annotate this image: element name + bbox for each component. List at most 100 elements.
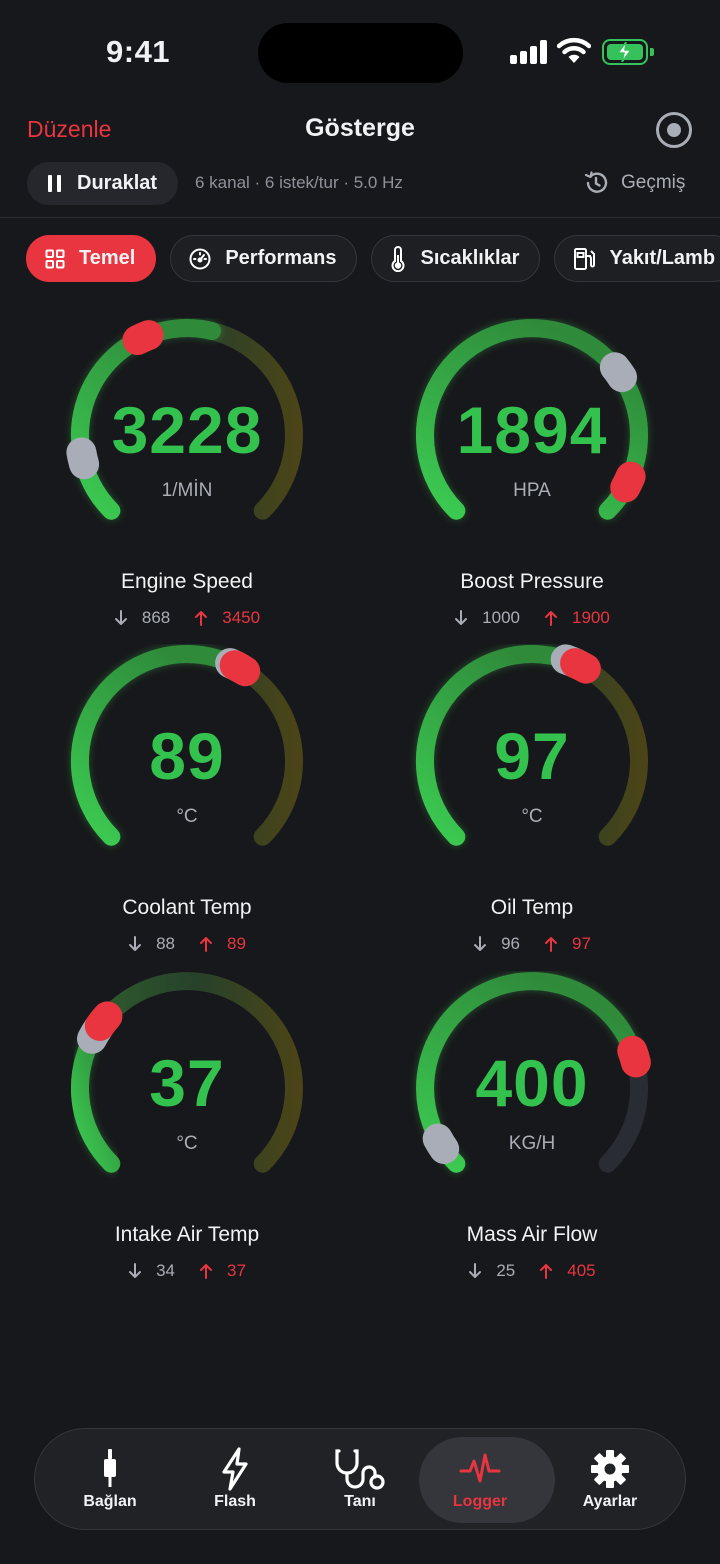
gauge-intake-air-temp[interactable]: 37 °C Intake Air Temp 34 37 — [37, 971, 337, 1291]
gauge-min: 25 — [496, 1261, 516, 1280]
chip-yakit-lambda[interactable]: Yakıt/Lamb — [554, 235, 720, 282]
gauge-boost-pressure[interactable]: 1894 HPA Boost Pressure 1000 1900 — [382, 318, 682, 638]
gauge-value: 1894 — [456, 393, 608, 467]
arrow-down-icon — [469, 1263, 482, 1278]
tab-label: Flash — [214, 1493, 256, 1510]
tab-logger[interactable]: Logger — [415, 1429, 555, 1531]
gauge-min-max: 96 97 — [382, 934, 682, 954]
header-divider — [0, 217, 720, 218]
max-marker — [219, 650, 261, 687]
gauge-unit: °C — [176, 806, 198, 827]
arrow-down-icon — [114, 610, 127, 625]
tab-flash[interactable]: Flash — [170, 1429, 300, 1531]
tab-bar: Bağlan Flash Tanı Logger Ayarlar — [34, 1428, 686, 1530]
gauge-min-max: 88 89 — [37, 934, 337, 954]
arrow-down-icon — [129, 936, 142, 951]
gauge-name: Oil Temp — [490, 896, 574, 919]
min-marker — [599, 352, 637, 393]
gauge-name: Coolant Temp — [122, 896, 252, 919]
gauge-min: 34 — [156, 1261, 175, 1280]
gauge-max: 97 — [572, 934, 591, 953]
tab-tani[interactable]: Tanı — [295, 1429, 425, 1531]
gauge-value: 97 — [494, 719, 570, 793]
gauge-max: 1900 — [572, 608, 610, 627]
gauge-unit: 1/MİN — [161, 480, 213, 501]
chip-temel[interactable]: Temel — [26, 235, 157, 282]
max-marker — [560, 648, 601, 684]
max-marker — [84, 1001, 123, 1041]
tab-label: Tanı — [344, 1493, 376, 1510]
wifi-icon — [557, 37, 591, 63]
gauge-value: 3228 — [111, 393, 263, 467]
grid-icon — [45, 249, 65, 269]
arrow-down-icon — [474, 936, 487, 951]
gauge-max: 405 — [567, 1261, 596, 1280]
thermometer-icon — [390, 245, 406, 272]
record-icon[interactable] — [656, 112, 692, 148]
gauge-oil-temp[interactable]: 97 °C Oil Temp 96 97 — [382, 644, 682, 964]
history-label: Geçmiş — [621, 172, 686, 193]
pause-icon — [48, 175, 61, 192]
history-icon — [584, 171, 608, 193]
arrow-up-icon — [545, 937, 557, 952]
chip-label: Sıcaklıklar — [420, 247, 520, 269]
gauge-mass-air-flow[interactable]: 400 KG/H Mass Air Flow 25 405 — [382, 971, 682, 1291]
gauge-min: 1000 — [482, 608, 520, 627]
speedometer-icon — [189, 248, 211, 270]
cellular-signal-icon — [510, 40, 548, 64]
waveform-icon — [415, 1447, 545, 1491]
chip-performans[interactable]: Performans — [170, 235, 358, 282]
gauge-max: 89 — [227, 934, 246, 953]
gauge-min-max: 1000 1900 — [382, 608, 682, 628]
dynamic-island — [258, 23, 463, 83]
chip-label: Performans — [225, 247, 337, 269]
gauge-name: Intake Air Temp — [114, 1223, 260, 1246]
polling-info: 6 kanal · 6 istek/tur · 5.0 Hz — [195, 173, 403, 192]
pause-button[interactable]: Duraklat — [27, 162, 178, 205]
max-marker — [122, 320, 164, 356]
gauge-value: 37 — [149, 1046, 225, 1120]
gear-icon — [545, 1447, 675, 1491]
page-title: Gösterge — [305, 114, 415, 142]
arrow-up-icon — [200, 1264, 212, 1279]
gauge-max: 37 — [227, 1261, 246, 1280]
pause-label: Duraklat — [77, 172, 158, 194]
gauge-value: 89 — [149, 719, 225, 793]
gauge-unit: HPA — [513, 480, 551, 501]
tab-label: Bağlan — [83, 1493, 137, 1510]
arrow-up-icon — [200, 937, 212, 952]
arrow-down-icon — [129, 1263, 142, 1278]
tab-label: Logger — [452, 1493, 508, 1510]
tab-baglan[interactable]: Bağlan — [45, 1429, 175, 1531]
fuel-pump-icon — [573, 247, 596, 271]
lightning-icon — [170, 1447, 300, 1491]
gauge-min-max: 34 37 — [37, 1261, 337, 1281]
arrow-up-icon — [195, 611, 208, 626]
gauge-value: 400 — [475, 1046, 589, 1120]
history-button[interactable]: Geçmiş — [583, 170, 685, 196]
chip-label: Yakıt/Lamb — [609, 247, 716, 269]
gauge-unit: KG/H — [508, 1133, 556, 1154]
gauge-min-max: 868 3450 — [37, 608, 337, 628]
stethoscope-icon — [295, 1447, 425, 1491]
gauge-min-max: 25 405 — [382, 1261, 682, 1281]
gauge-unit: °C — [521, 806, 543, 827]
gauge-min: 868 — [141, 608, 171, 627]
gauge-unit: °C — [176, 1133, 198, 1154]
gauge-name: Mass Air Flow — [466, 1223, 598, 1246]
status-time: 9:41 — [106, 34, 171, 69]
arrow-up-icon — [545, 611, 557, 626]
chip-label: Temel — [79, 247, 136, 269]
connector-icon — [45, 1447, 175, 1491]
arrow-down-icon — [455, 610, 468, 625]
gauge-max: 3450 — [222, 608, 261, 627]
gauge-engine-speed[interactable]: 3228 1/MİN Engine Speed 868 3450 — [37, 318, 337, 638]
tab-label: Ayarlar — [582, 1493, 638, 1510]
gauge-name: Engine Speed — [121, 570, 253, 593]
tab-ayarlar[interactable]: Ayarlar — [545, 1429, 675, 1531]
gauge-coolant-temp[interactable]: 89 °C Coolant Temp 88 89 — [37, 644, 337, 964]
chip-sicakliklar[interactable]: Sıcaklıklar — [371, 235, 541, 282]
category-chips: Temel Performans Sıcaklıklar Yakıt/Lamb — [26, 235, 720, 283]
arrow-up-icon — [540, 1264, 553, 1279]
battery-charging-icon — [602, 39, 654, 65]
